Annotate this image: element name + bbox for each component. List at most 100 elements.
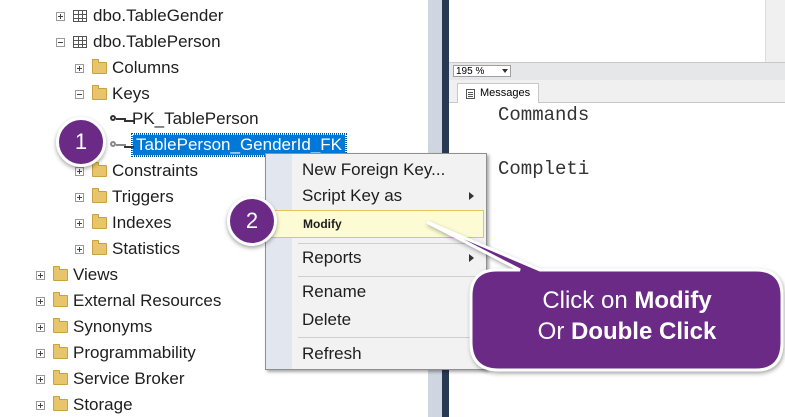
expand-icon[interactable] xyxy=(75,63,84,73)
vertical-scrollbar[interactable] xyxy=(765,0,785,62)
step-1-badge: 1 xyxy=(56,117,106,167)
tree-item-statistics[interactable]: Statistics xyxy=(75,237,180,261)
menu-separator xyxy=(298,337,482,338)
tree-item-label: Constraints xyxy=(112,161,198,180)
tab-messages[interactable]: Messages xyxy=(457,83,540,103)
tree-item-synonyms[interactable]: Synonyms xyxy=(36,315,152,339)
menu-item-label: Script Key as xyxy=(302,186,403,205)
tree-item-label: dbo.TableGender xyxy=(93,6,224,25)
tree-item-keys[interactable]: Keys xyxy=(75,82,150,106)
tree-item-service-broker[interactable]: Service Broker xyxy=(36,367,184,391)
folder-icon xyxy=(92,85,107,100)
expand-icon[interactable] xyxy=(36,322,45,332)
expand-icon[interactable] xyxy=(36,270,45,280)
menu-item-label: Delete xyxy=(302,310,352,329)
tree-item-label: dbo.TablePerson xyxy=(93,32,221,51)
zoom-value: 195 % xyxy=(456,66,485,77)
tree-item-columns[interactable]: Columns xyxy=(75,56,179,80)
menu-separator xyxy=(298,276,482,277)
tree-item-label: Columns xyxy=(112,58,180,77)
tree-item-views[interactable]: Views xyxy=(36,263,118,287)
tree-item-label: Triggers xyxy=(112,187,174,206)
tree-item-label: Synonyms xyxy=(73,317,153,336)
menu-item-label: New Foreign Key... xyxy=(302,160,446,179)
zoom-select[interactable]: 195 % xyxy=(453,65,511,77)
message-line-1: Commands xyxy=(498,104,590,126)
table-icon xyxy=(73,36,87,48)
tree-item-label: Storage xyxy=(73,395,133,414)
foreign-key-icon xyxy=(110,140,128,150)
folder-icon xyxy=(53,396,68,411)
folder-icon xyxy=(53,292,68,307)
tab-label: Messages xyxy=(480,87,531,99)
callout-line-2: Or Double Click xyxy=(486,316,768,347)
menu-item-label: Rename xyxy=(302,282,367,301)
menu-item-delete[interactable]: Delete xyxy=(268,307,484,333)
expand-icon[interactable] xyxy=(56,11,65,21)
results-tab-strip: Messages xyxy=(449,80,785,103)
tree-item-table-person[interactable]: dbo.TablePerson xyxy=(56,30,221,54)
expand-icon[interactable] xyxy=(75,192,84,202)
chevron-down-icon xyxy=(502,69,508,73)
tree-item-programmability[interactable]: Programmability xyxy=(36,341,196,365)
primary-key-icon xyxy=(110,114,128,124)
folder-icon xyxy=(92,59,107,74)
messages-icon xyxy=(466,88,475,99)
tree-item-label: Programmability xyxy=(73,343,196,362)
query-editor: 195 % Messages Commands Completi xyxy=(449,0,785,417)
callout-line-1: Click on Modify xyxy=(486,285,768,316)
folder-icon xyxy=(53,370,68,385)
tree-item-indexes[interactable]: Indexes xyxy=(75,211,172,235)
tree-item-external-resources[interactable]: External Resources xyxy=(36,289,221,313)
collapse-icon[interactable] xyxy=(56,37,65,47)
zoom-bar: 195 % xyxy=(449,62,785,80)
menu-item-label: Reports xyxy=(302,248,362,267)
menu-item-refresh[interactable]: Refresh xyxy=(268,341,484,367)
menu-separator xyxy=(298,243,482,244)
folder-icon xyxy=(53,344,68,359)
tree-item-label: PK_TablePerson xyxy=(132,109,259,128)
tree-item-pk-tableperson[interactable]: PK_TablePerson xyxy=(110,107,259,131)
callout-line-2-prefix: Or xyxy=(537,318,571,345)
expand-icon[interactable] xyxy=(36,348,45,358)
callout-text: Click on Modify Or Double Click xyxy=(486,285,768,347)
menu-item-modify[interactable]: Modify xyxy=(268,210,484,238)
folder-icon xyxy=(92,188,107,203)
folder-icon xyxy=(92,240,107,255)
menu-item-script-key-as[interactable]: Script Key as xyxy=(268,183,484,209)
callout-line-1-prefix: Click on xyxy=(542,287,635,314)
menu-item-new-foreign-key[interactable]: New Foreign Key... xyxy=(268,157,484,183)
callout-line-2-bold: Double Click xyxy=(570,318,717,345)
context-menu: New Foreign Key... Script Key as Modify … xyxy=(265,153,487,370)
expand-icon[interactable] xyxy=(75,218,84,228)
collapse-icon[interactable] xyxy=(75,89,84,99)
tree-item-label: External Resources xyxy=(73,291,222,310)
tree-item-triggers[interactable]: Triggers xyxy=(75,185,174,209)
folder-icon xyxy=(53,266,68,281)
folder-icon xyxy=(53,318,68,333)
expand-icon[interactable] xyxy=(75,166,84,176)
tree-item-label: Statistics xyxy=(112,239,181,258)
expand-icon[interactable] xyxy=(36,374,45,384)
expand-icon[interactable] xyxy=(36,296,45,306)
menu-item-rename[interactable]: Rename xyxy=(268,279,484,305)
menu-item-reports[interactable]: Reports xyxy=(268,245,484,271)
chevron-right-icon xyxy=(469,254,474,262)
callout-line-1-bold: Modify xyxy=(634,287,712,314)
tree-item-label: Views xyxy=(73,265,119,284)
tree-item-table-gender[interactable]: dbo.TableGender xyxy=(56,4,223,28)
query-text-area[interactable] xyxy=(449,0,785,62)
results-pane: Messages Commands Completi xyxy=(449,80,785,417)
message-line-2: Completi xyxy=(498,158,590,180)
menu-item-label: Refresh xyxy=(302,344,362,363)
tree-item-storage[interactable]: Storage xyxy=(36,393,133,417)
expand-icon[interactable] xyxy=(75,244,84,254)
menu-item-label: Modify xyxy=(303,217,342,231)
step-number: 1 xyxy=(74,129,88,154)
step-2-badge: 2 xyxy=(227,196,277,246)
step-number: 2 xyxy=(245,208,259,233)
table-icon xyxy=(73,10,87,22)
chevron-right-icon xyxy=(469,192,474,200)
folder-icon xyxy=(92,214,107,229)
expand-icon[interactable] xyxy=(36,400,45,410)
